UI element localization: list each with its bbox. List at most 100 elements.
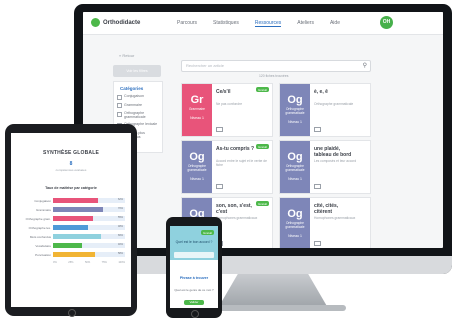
bar-label: Orthographe gram. [25,216,51,221]
card-abbr: Og [189,151,205,163]
avatar[interactable]: OH [380,16,393,29]
explanation-text: Quel est le genre de ce mot ? [174,288,214,292]
bar-row: Mots confondus 66% [13,233,129,240]
bar-row: Orthographe gram. 55% [13,215,129,222]
answer-option[interactable] [174,252,214,258]
card-abbr: Og [287,208,303,220]
app-logo[interactable]: Orthodidacte [91,18,140,27]
free-badge: Gratuit [255,201,269,206]
bar-fill [53,225,88,230]
card-description: Orthographe grammaticale [314,102,354,106]
bar-track: 55% [53,216,125,221]
category-option[interactable]: Orthographe grammaticale [117,111,162,119]
nav-item-statistiques[interactable]: Statistiques [213,20,239,27]
axis-tick: 50% [84,261,91,264]
filters-button[interactable]: Voir les filtres [113,65,161,77]
resource-card[interactable]: Og Orthographe grammaticale Niveau 1 cit… [279,197,371,248]
search-placeholder: Rechercher un article [186,63,225,68]
card-description: Homophones grammaticaux [314,216,356,220]
bar-label: Orthographe lex. [28,225,51,230]
card-category: Orthographe grammaticale [285,164,305,172]
card-title: As-tu compris ? [216,146,255,152]
nav-item-aide[interactable]: Aide [330,20,340,27]
folder-icon [314,240,321,246]
bar-track: 66% [53,234,125,239]
nav-item-ressources[interactable]: Ressources [254,20,282,27]
home-button[interactable] [68,309,76,317]
categories-title: Catégories [120,86,144,91]
card-title: Ce/s'il [216,89,231,95]
bar-row: Conjugaison 62% [13,197,129,204]
card-tile: Og Orthographe grammaticale Niveau 1 [280,141,310,193]
chart-title: Taux de maîtrise par catégorie [45,186,97,190]
card-abbr: Og [287,94,303,106]
checkbox-icon[interactable] [117,111,122,117]
question-text: Quel est le bon accord ? [175,240,213,244]
checkbox-icon[interactable] [117,103,122,108]
question-header: Gratuit Quel est le bon accord ? [170,226,218,260]
axis-tick: 100% [118,261,125,264]
desktop-screen: Orthodidacte Parcours Statistiques Resso… [83,12,443,248]
tablet-screen: SYNTHÈSE GLOBALE 8 compétences évaluées … [11,133,131,307]
resource-card[interactable]: Gr Grammaire Niveau 1 Ce/s'il Ne pas con… [181,83,273,137]
synthesis-title: SYNTHÈSE GLOBALE [43,150,99,156]
bar-label: Mots confondus [29,234,51,239]
resource-card[interactable]: Og Orthographe grammaticale Niveau 1 As-… [181,140,273,194]
card-title: cité, cités, citèrent [314,203,339,215]
card-description: Les composés et leur accord [314,159,357,163]
free-badge: Gratuit [200,230,214,235]
bar-fill [53,216,93,221]
card-category: Grammaire [189,107,205,111]
card-description: Ne pas confondre [216,102,243,106]
result-count: 120 fiches trouvées [259,74,289,78]
validate-button[interactable]: Valider [184,300,204,305]
bar-fill [53,198,98,203]
logo-text: Orthodidacte [103,19,141,26]
answer-title: Phrase à trouver [179,276,209,280]
mastery-bar-chart: Conjugaison 62% Grammaire 70% Orthographe gr… [13,197,129,260]
card-tile: Og Orthographe grammaticale Niveau 1 [280,198,310,248]
card-category: Orthographe grammaticale [285,221,305,229]
bar-value: 48% [117,225,123,228]
resource-card[interactable]: Og Orthographe grammaticale Niveau 1 une… [279,140,371,194]
checkbox-icon[interactable] [117,94,122,100]
bar-value: 40% [117,243,123,246]
nav-item-ateliers[interactable]: Ateliers [297,20,314,27]
search-icon[interactable]: ⚲ [363,62,367,69]
card-level: Niveau 1 [288,177,302,181]
category-option[interactable]: Grammaire [117,102,162,108]
card-category: Orthographe grammaticale [285,107,305,115]
search-input[interactable]: Rechercher un article ⚲ [181,60,371,72]
bar-value: 58% [117,252,123,255]
axis-tick: 25% [68,261,74,264]
card-abbr: Og [287,151,303,163]
phone-device: Gratuit Quel est le bon accord ? Phrase … [166,217,222,318]
bar-label: Grammaire [35,207,51,212]
bar-track: 48% [53,225,125,230]
folder-icon [314,183,321,189]
phone-screen: Gratuit Quel est le bon accord ? Phrase … [170,226,218,308]
category-option[interactable]: Conjugaison [117,94,162,100]
bar-label: Conjugaison [34,198,51,203]
main-nav: Parcours Statistiques Ressources Atelier… [177,20,340,27]
category-label: Grammaire [124,102,142,107]
back-link[interactable]: « Retour [119,53,134,58]
folder-icon [216,126,223,132]
bar-value: 62% [117,198,123,201]
nav-item-parcours[interactable]: Parcours [177,20,197,27]
folder-icon [314,126,321,132]
bar-row: Vocabulaire 40% [13,242,129,249]
tablet-device: SYNTHÈSE GLOBALE 8 compétences évaluées … [5,124,137,317]
bar-row: Ponctuation 58% [13,251,129,258]
axis-tick: 75% [101,261,107,264]
card-tile: Gr Grammaire Niveau 1 [182,84,212,136]
bar-track: 40% [53,243,125,248]
card-level: Niveau 1 [190,116,204,120]
bar-fill [53,252,95,257]
home-button[interactable] [191,310,199,318]
card-description: Accord entre le sujet et le verbe de fic… [216,159,267,167]
resource-card[interactable]: Og Orthographe grammaticale Niveau 1 è, … [279,83,371,137]
card-tile: Og Orthographe grammaticale Niveau 1 [280,84,310,136]
bar-fill [53,207,104,212]
card-title: son, son, s'est, c'est [216,203,252,215]
